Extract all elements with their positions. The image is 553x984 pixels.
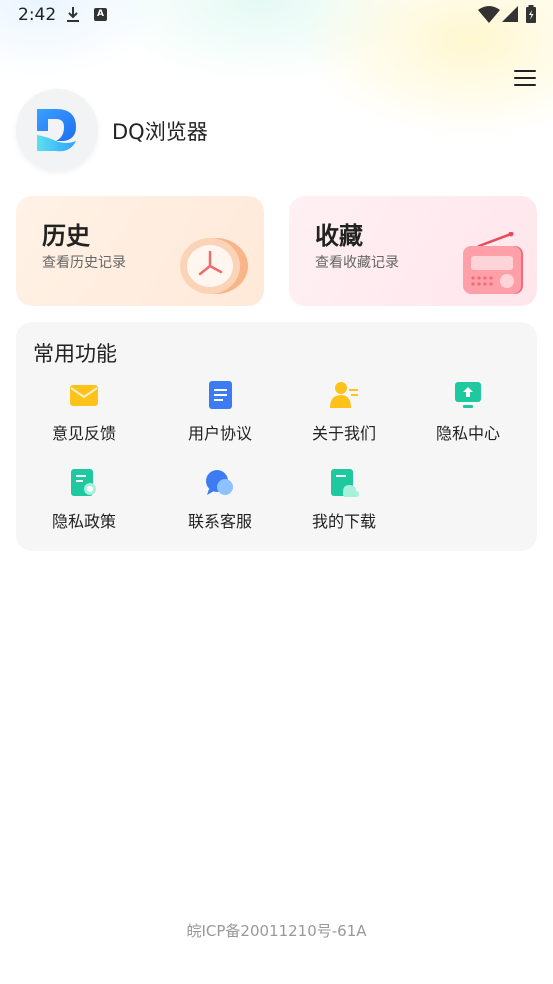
person-icon (330, 382, 358, 408)
func-customer-service[interactable]: 联系客服 (158, 468, 282, 538)
func-privacy-center[interactable]: 隐私中心 (406, 380, 530, 450)
monitor-upload-icon (455, 382, 481, 408)
download-file-icon (331, 469, 359, 497)
favorites-title: 收藏 (315, 222, 363, 250)
a-notification-icon: A (94, 8, 107, 21)
signal-icon (502, 6, 518, 22)
document-icon (209, 381, 232, 409)
func-label: 隐私政策 (51, 512, 116, 531)
func-my-downloads[interactable]: 我的下载 (282, 468, 406, 538)
wifi-icon (478, 6, 500, 23)
func-label: 我的下载 (311, 512, 376, 531)
func-privacy-policy[interactable]: 隐私政策 (22, 468, 146, 538)
func-label: 意见反馈 (51, 424, 116, 443)
func-about-us[interactable]: 关于我们 (282, 380, 406, 450)
dq-logo-icon (16, 89, 98, 171)
chat-bubble-icon (206, 470, 233, 495)
policy-search-icon (71, 469, 96, 496)
icp-footer: 皖ICP备20011210号-61A (186, 922, 367, 940)
favorites-subtitle: 查看收藏记录 (315, 255, 399, 271)
func-label: 隐私中心 (435, 424, 500, 443)
hamburger-menu-icon[interactable] (514, 70, 536, 90)
envelope-icon (70, 385, 98, 406)
app-name: DQ浏览器 (112, 120, 208, 144)
func-user-agreement[interactable]: 用户协议 (158, 380, 282, 450)
func-label: 联系客服 (187, 512, 252, 531)
battery-icon (526, 5, 536, 23)
panel-title: 常用功能 (33, 342, 117, 366)
favorites-card[interactable]: 收藏 查看收藏记录 (289, 196, 537, 306)
history-title: 历史 (42, 222, 90, 250)
common-functions-panel: 常用功能 意见反馈 用户协议 关于我们 隐私中心 隐私政策 联系客服 我的下载 (16, 322, 537, 551)
history-card[interactable]: 历史 查看历史记录 (16, 196, 264, 306)
download-icon (67, 7, 79, 22)
status-time: 2:42 (18, 5, 57, 25)
func-label: 关于我们 (311, 424, 376, 443)
radio-icon (463, 232, 523, 294)
history-subtitle: 查看历史记录 (42, 255, 126, 271)
func-feedback[interactable]: 意见反馈 (22, 380, 146, 450)
func-label: 用户协议 (187, 424, 252, 443)
status-bar: 2:42 A (0, 0, 553, 32)
clock-icon (180, 238, 248, 294)
